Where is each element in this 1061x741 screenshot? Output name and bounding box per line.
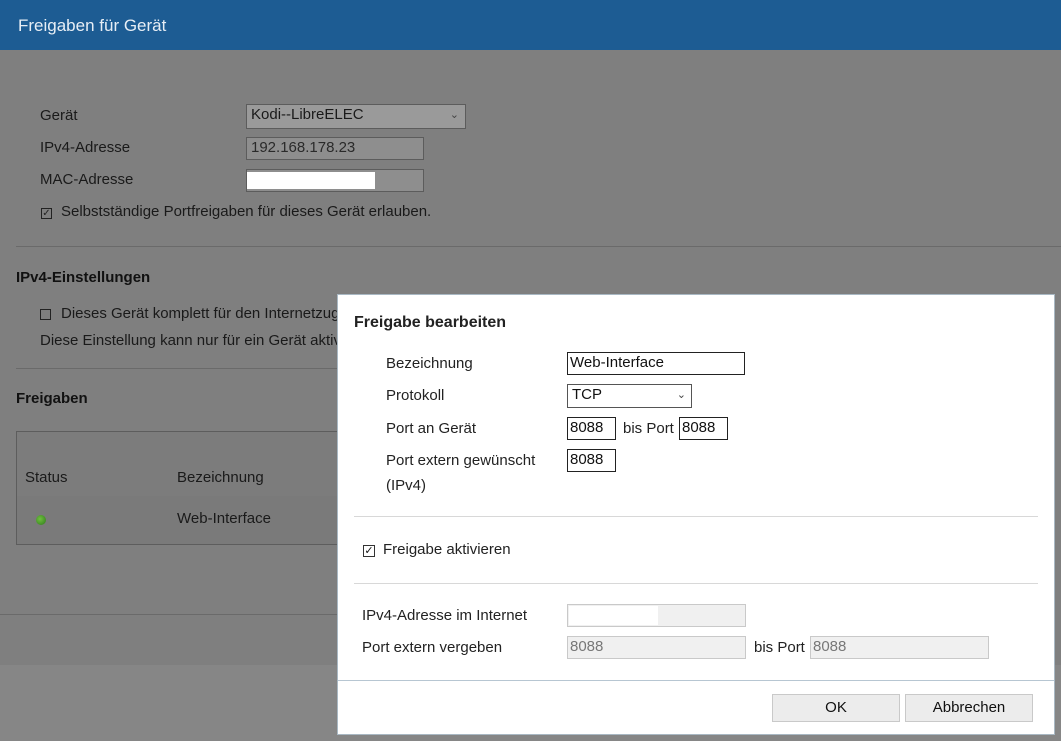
title-bar: Freigaben für Gerät (0, 0, 1061, 50)
expose-checkbox[interactable] (40, 309, 51, 320)
ipv4-settings-heading: IPv4-Einstellungen (16, 269, 151, 286)
divider (16, 246, 1061, 247)
port-vergeben-bis-value: 8088 (813, 638, 847, 655)
port-vergeben-field: 8088 (567, 636, 746, 659)
row-name: Web-Interface (177, 510, 271, 527)
port-extern-label: Port extern gewünscht (386, 452, 536, 469)
mac-redacted (247, 172, 375, 189)
chevron-down-icon: ⌄ (449, 109, 459, 121)
ipv4-label: IPv4-Adresse (40, 139, 131, 156)
window-title: Freigaben für Gerät (18, 16, 167, 35)
column-header-bezeichnung: Bezeichnung (177, 469, 264, 486)
column-header-status: Status (25, 469, 68, 486)
aktivieren-checkbox[interactable]: ✓ (363, 545, 375, 557)
aktivieren-label: Freigabe aktivieren (383, 541, 511, 558)
protokoll-label: Protokoll (386, 387, 445, 404)
port-extern-label-suffix: (IPv4) (386, 477, 427, 494)
status-active-icon (36, 515, 46, 525)
allow-label: Selbstständige Portfreigaben für dieses … (61, 203, 432, 220)
divider (0, 614, 337, 615)
divider (16, 368, 337, 369)
allow-checkbox[interactable]: ✓ (41, 208, 52, 219)
divider (354, 516, 1038, 517)
mac-label: MAC-Adresse (40, 171, 134, 188)
protokoll-value: TCP (572, 386, 602, 403)
port-vergeben-value: 8088 (570, 638, 604, 655)
edit-share-dialog: Freigabe bearbeiten Bezeichnung Web-Inte… (337, 294, 1055, 735)
bezeichnung-label: Bezeichnung (386, 355, 473, 372)
ipv4-field: 192.168.178.23 (246, 137, 424, 160)
divider (354, 583, 1038, 584)
shares-table: Status Bezeichnung Web-Interface (16, 431, 346, 545)
expose-note: Diese Einstellung kann nur für ein Gerät… (40, 332, 341, 349)
ipv4-value: 192.168.178.23 (251, 139, 356, 156)
expose-label: Dieses Gerät komplett für den Internetzu… (61, 305, 340, 322)
table-row[interactable]: Web-Interface (17, 496, 345, 544)
port-geraet-bis-value: 8088 (682, 419, 716, 436)
shares-heading: Freigaben (16, 390, 88, 407)
bis-port-label-2: bis Port (754, 639, 805, 656)
dialog-title: Freigabe bearbeiten (354, 314, 507, 331)
port-extern-input[interactable]: 8088 (567, 449, 616, 472)
cancel-button[interactable]: Abbrechen (905, 694, 1033, 722)
bis-port-label: bis Port (623, 420, 674, 437)
bezeichnung-value: Web-Interface (570, 354, 664, 371)
port-geraet-bis-input[interactable]: 8088 (679, 417, 728, 440)
chevron-down-icon: ⌄ (676, 389, 686, 401)
port-geraet-input[interactable]: 8088 (567, 417, 616, 440)
port-geraet-label: Port an Gerät (386, 420, 477, 437)
bezeichnung-input[interactable]: Web-Interface (567, 352, 745, 375)
ipv4-internet-field (567, 604, 746, 627)
port-vergeben-bis-field: 8088 (810, 636, 989, 659)
protokoll-select[interactable]: TCP ⌄ (567, 384, 692, 408)
mac-field (246, 169, 424, 192)
ipv4-internet-redacted (569, 606, 658, 625)
ok-button[interactable]: OK (772, 694, 900, 722)
geraet-select[interactable]: Kodi--LibreELEC ⌄ (246, 104, 466, 129)
port-extern-value: 8088 (570, 451, 604, 468)
port-geraet-value: 8088 (570, 419, 604, 436)
ipv4-internet-label: IPv4-Adresse im Internet (362, 607, 528, 624)
geraet-label: Gerät (40, 107, 78, 124)
dialog-footer-divider (338, 680, 1054, 681)
port-vergeben-label: Port extern vergeben (362, 639, 503, 656)
geraet-select-value: Kodi--LibreELEC (251, 106, 364, 123)
